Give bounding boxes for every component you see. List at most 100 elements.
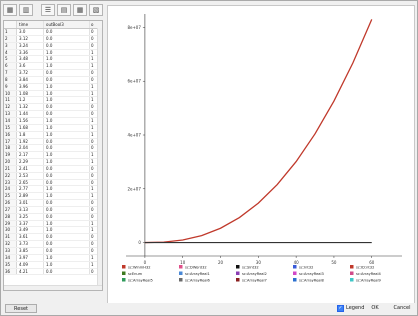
x-tick-label: 40 — [294, 260, 300, 265]
table-row[interactable]: 23 2.65 0.0 0 — [4, 179, 102, 187]
table-cell: 12 — [4, 104, 17, 111]
table-row[interactable]: 20 2.29 1.0 1 — [4, 159, 102, 166]
legend-swatch — [179, 265, 183, 269]
table-cell: 18 — [4, 145, 17, 152]
legend-label: Legend — [346, 305, 365, 311]
table-cell: 1.0 — [44, 117, 90, 124]
table-cell: 3.12 — [17, 35, 44, 42]
table-row[interactable]: 5 3.48 1.0 1 — [4, 56, 102, 64]
ok-button[interactable]: OK — [363, 304, 387, 313]
table-cell: 36 — [4, 268, 17, 275]
table-row[interactable]: 28 3.25 0.0 0 — [4, 213, 102, 221]
table-row[interactable]: 12 1.32 0.0 0 — [4, 104, 102, 112]
table-cell: 34 — [4, 254, 17, 261]
table-row[interactable]: 14 1.56 1.0 1 — [4, 117, 102, 125]
table-cell: 25 — [4, 193, 17, 200]
rows-icon[interactable]: ▤ — [57, 4, 71, 16]
table-row[interactable]: 16 1.8 1.0 1 — [4, 131, 102, 139]
table-cell: 17 — [4, 138, 17, 145]
legend-entry: sc:DWord32 — [185, 266, 207, 270]
table-row[interactable]: 2 3.12 0.0 0 — [4, 35, 102, 43]
x-tick-label: 50 — [331, 260, 337, 265]
table-row[interactable]: 4 3.36 1.0 1 — [4, 49, 102, 57]
table-row[interactable]: 3 3.24 0.0 0 — [4, 42, 102, 50]
legend-entry: sc:ArrayReal2 — [242, 272, 267, 276]
reset-button[interactable]: Reset — [5, 304, 37, 313]
table-cell: 26 — [4, 200, 17, 206]
table-row[interactable]: 6 3.6 1.0 1 — [4, 63, 102, 71]
vertical-scrollbar[interactable] — [97, 28, 102, 286]
table-row[interactable]: 30 3.49 1.0 1 — [4, 227, 102, 235]
table-row[interactable]: 32 3.73 0.0 0 — [4, 241, 102, 248]
table-row[interactable]: 11 1.2 1.0 1 — [4, 97, 102, 105]
table-cell: 3.36 — [17, 49, 44, 56]
table-row[interactable]: 26 3.01 0.0 0 — [4, 200, 102, 207]
table-cell: 1.08 — [17, 90, 44, 97]
table-cell: 24 — [4, 186, 17, 193]
header-cell-time[interactable]: time — [17, 21, 44, 28]
table-row[interactable]: 18 2.04 0.0 0 — [4, 145, 102, 153]
table-cell: 7 — [4, 70, 17, 76]
table-cell: 0.0 — [44, 76, 90, 83]
table-row[interactable]: 15 1.68 1.0 1 — [4, 124, 102, 132]
table-row[interactable]: 7 3.72 0.0 0 — [4, 70, 102, 77]
horizontal-scrollbar[interactable] — [4, 285, 102, 290]
table-row[interactable]: 33 3.85 0.0 0 — [4, 248, 102, 255]
table-icon[interactable]: ▦ — [73, 4, 87, 16]
table-row[interactable]: 19 2.17 1.0 1 — [4, 152, 102, 160]
table-cell: 3.37 — [17, 220, 44, 227]
legend-swatch — [236, 265, 240, 269]
table-row[interactable]: 24 2.77 1.0 1 — [4, 186, 102, 194]
table-row[interactable]: 31 3.61 0.0 0 — [4, 234, 102, 242]
table-cell: 29 — [4, 220, 17, 227]
columns-icon[interactable]: ▥ — [19, 4, 33, 16]
table-row[interactable]: 8 3.84 0.0 0 — [4, 76, 102, 84]
table-row[interactable]: 29 3.37 1.0 1 — [4, 220, 102, 228]
table-row[interactable]: 25 2.89 1.0 1 — [4, 193, 102, 201]
table-cell: 1.0 — [44, 152, 90, 159]
table-cell: 2.29 — [17, 159, 44, 165]
table-cell: 8 — [4, 76, 17, 83]
table-cell: 3.24 — [17, 42, 44, 49]
grid-view-icon[interactable]: ▦ — [3, 4, 17, 16]
table-cell: 0.0 — [44, 241, 90, 247]
table-header: time outBool3 o — [4, 21, 102, 29]
table-cell: 14 — [4, 117, 17, 124]
cells-icon[interactable]: ▧ — [89, 4, 103, 16]
header-cell-o[interactable]: o — [90, 21, 100, 28]
table-cell: 35 — [4, 261, 17, 268]
table-row[interactable]: 34 3.97 1.0 1 — [4, 254, 102, 262]
table-row[interactable]: 36 4.21 0.0 0 — [4, 268, 102, 276]
toolbar-separator — [35, 4, 39, 18]
legend-swatch — [350, 271, 354, 275]
y-tick-label: 2e+07 — [127, 186, 141, 191]
table-row[interactable]: 1 3.0 0.0 0 — [4, 29, 102, 36]
table-row[interactable]: 21 2.41 0.0 0 — [4, 165, 102, 173]
legend-entry: sc:ArrayReal9 — [356, 279, 381, 283]
table-row[interactable]: 10 1.08 1.0 1 — [4, 90, 102, 98]
data-table[interactable]: time outBool3 o 1 3.0 0.0 0 2 3.12 0.0 0 3 3.24 0.… — [3, 20, 103, 291]
plot-area[interactable]: 0 2e+07 4e+07 6e+07 8e+07 0 10 20 30 40 50 60 sc:Win… — [107, 5, 415, 305]
table-cell: 3.49 — [17, 227, 44, 234]
legend-entry: sc:ArrayReal1 — [185, 272, 210, 276]
table-row[interactable]: 17 1.92 0.0 0 — [4, 138, 102, 146]
header-cell-outbool3[interactable]: outBool3 — [44, 21, 90, 28]
table-cell: 0.0 — [44, 111, 90, 117]
list-icon[interactable]: ☰ — [41, 4, 55, 16]
table-cell: 28 — [4, 213, 17, 220]
table-cell: 22 — [4, 172, 17, 179]
table-cell: 0.0 — [44, 70, 90, 76]
table-row[interactable]: 27 3.13 0.0 0 — [4, 206, 102, 214]
legend-swatch — [236, 271, 240, 275]
table-cell: 1.0 — [44, 49, 90, 56]
table-row[interactable]: 22 2.53 0.0 0 — [4, 172, 102, 180]
legend-swatch — [350, 265, 354, 269]
legend-swatch — [293, 265, 297, 269]
table-row[interactable]: 35 4.09 1.0 1 — [4, 261, 102, 269]
cancel-button[interactable]: Cancel — [389, 304, 415, 313]
table-cell: 32 — [4, 241, 17, 247]
table-cell: 3.48 — [17, 56, 44, 63]
legend-checkbox[interactable]: ✓ — [337, 305, 344, 312]
table-row[interactable]: 13 1.44 0.0 0 — [4, 111, 102, 118]
table-row[interactable]: 9 3.96 1.0 1 — [4, 83, 102, 91]
